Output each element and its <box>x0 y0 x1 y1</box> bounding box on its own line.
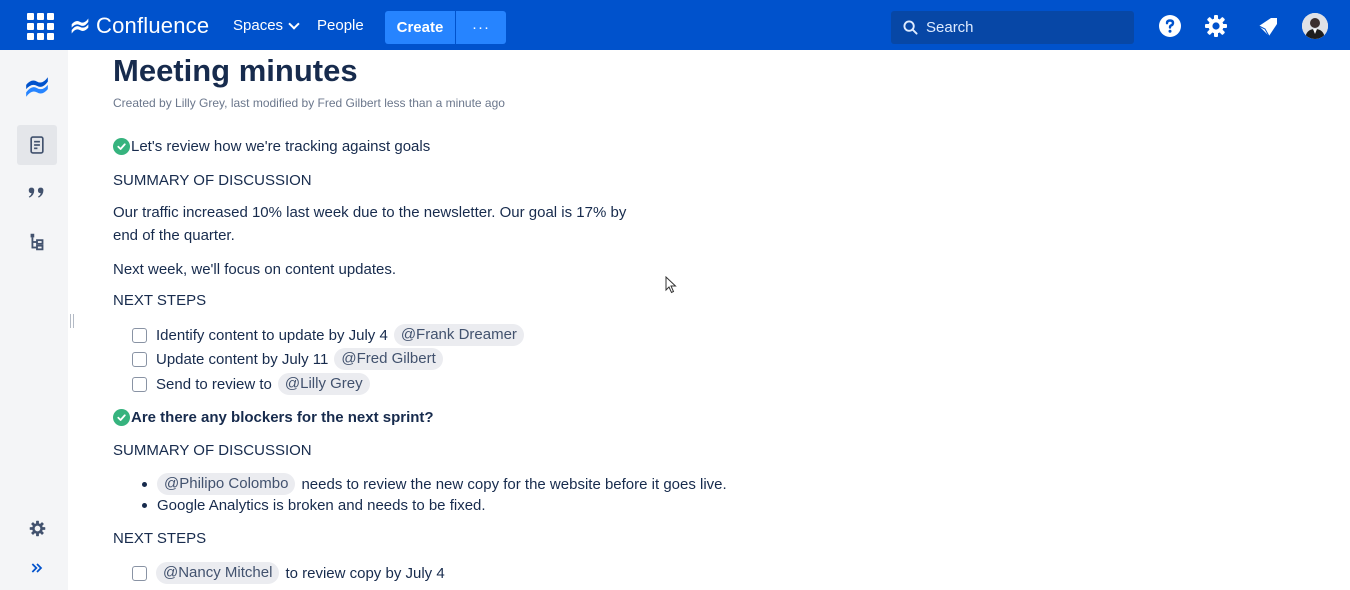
create-button[interactable]: Create <box>385 11 455 44</box>
list-item: Google Analytics is broken and needs to … <box>142 497 486 514</box>
settings-icon[interactable] <box>1203 13 1229 39</box>
confluence-logo-icon <box>71 18 89 34</box>
search-input[interactable] <box>926 19 1126 36</box>
decision-heading-text: Let's review how we're tracking against … <box>131 138 431 155</box>
list-item-text: Google Analytics is broken and needs to … <box>157 497 486 514</box>
task-text: Identify content to update by July 4 <box>156 326 388 344</box>
task-text: Update content by July 11 <box>156 350 329 368</box>
spaces-menu[interactable]: Spaces <box>233 17 300 34</box>
page-tree-icon[interactable] <box>17 222 57 262</box>
bullet-dot <box>142 481 147 487</box>
user-mention[interactable]: @Frank Dreamer <box>393 324 524 346</box>
user-mention[interactable]: @Lilly Grey <box>277 373 370 395</box>
bullet-dot <box>142 503 147 508</box>
pages-icon[interactable] <box>17 125 57 165</box>
sidebar <box>0 50 68 590</box>
avatar[interactable] <box>1302 13 1328 39</box>
space-settings-icon[interactable] <box>17 508 57 548</box>
expand-sidebar-icon[interactable] <box>17 548 57 588</box>
decision-heading-text: Are there any blockers for the next spri… <box>131 409 434 426</box>
next-steps-label: NEXT STEPS <box>113 530 207 547</box>
task-text: to review copy by July 4 <box>285 564 445 582</box>
paragraph: Our traffic increased 10% last week due … <box>113 204 627 244</box>
search-icon <box>903 20 918 35</box>
task-checkbox[interactable] <box>132 351 147 367</box>
user-mention[interactable]: @Nancy Mitchel <box>156 562 280 584</box>
decision-heading: Let's review how we're tracking against … <box>113 138 430 155</box>
search-box[interactable] <box>891 11 1134 44</box>
task-text: Send to review to <box>156 375 272 393</box>
sidebar-resize-handle[interactable] <box>70 314 74 328</box>
summary-label: SUMMARY OF DISCUSSION <box>113 442 312 459</box>
user-mention[interactable]: @Philipo Colombo <box>157 473 296 495</box>
decision-check-icon <box>113 409 130 426</box>
sidebar-confluence-logo-icon[interactable] <box>17 67 57 107</box>
decision-heading: Are there any blockers for the next spri… <box>113 409 434 426</box>
blog-quote-icon[interactable] <box>17 174 57 214</box>
decision-check-icon <box>113 138 130 155</box>
page-title: Meeting minutes <box>113 53 358 88</box>
mouse-cursor-icon <box>665 276 677 294</box>
chevron-down-icon <box>288 17 300 30</box>
list-item-text: needs to review the new copy for the web… <box>301 475 727 493</box>
spaces-label: Spaces <box>233 17 284 34</box>
app-switcher-icon[interactable] <box>23 11 54 41</box>
confluence-logo[interactable]: Confluence <box>70 12 209 40</box>
task-item: Identify content to update by July 4 @Fr… <box>132 324 524 346</box>
task-item: @Nancy Mitchel to review copy by July 4 <box>132 562 445 584</box>
help-icon[interactable] <box>1157 13 1183 39</box>
task-checkbox[interactable] <box>132 565 147 581</box>
task-checkbox[interactable] <box>132 327 147 343</box>
next-steps-label: NEXT STEPS <box>113 292 207 309</box>
task-checkbox[interactable] <box>132 376 147 392</box>
task-item: Update content by July 11 @Fred Gilbert <box>132 348 443 370</box>
list-item: @Philipo Colombo needs to review the new… <box>142 473 727 495</box>
notifications-icon[interactable] <box>1255 13 1281 39</box>
logo-text: Confluence <box>96 13 210 38</box>
task-item: Send to review to @Lilly Grey <box>132 373 370 395</box>
people-link[interactable]: People <box>317 17 364 34</box>
user-mention[interactable]: @Fred Gilbert <box>334 348 443 370</box>
more-create-options-button[interactable]: ··· <box>456 11 506 44</box>
top-navigation: Confluence Spaces People Create ··· <box>0 0 1350 50</box>
page-byline: Created by Lilly Grey, last modified by … <box>113 96 505 110</box>
people-label: People <box>317 17 364 34</box>
paragraph: Next week, we'll focus on content update… <box>113 261 397 278</box>
summary-label: SUMMARY OF DISCUSSION <box>113 172 312 189</box>
